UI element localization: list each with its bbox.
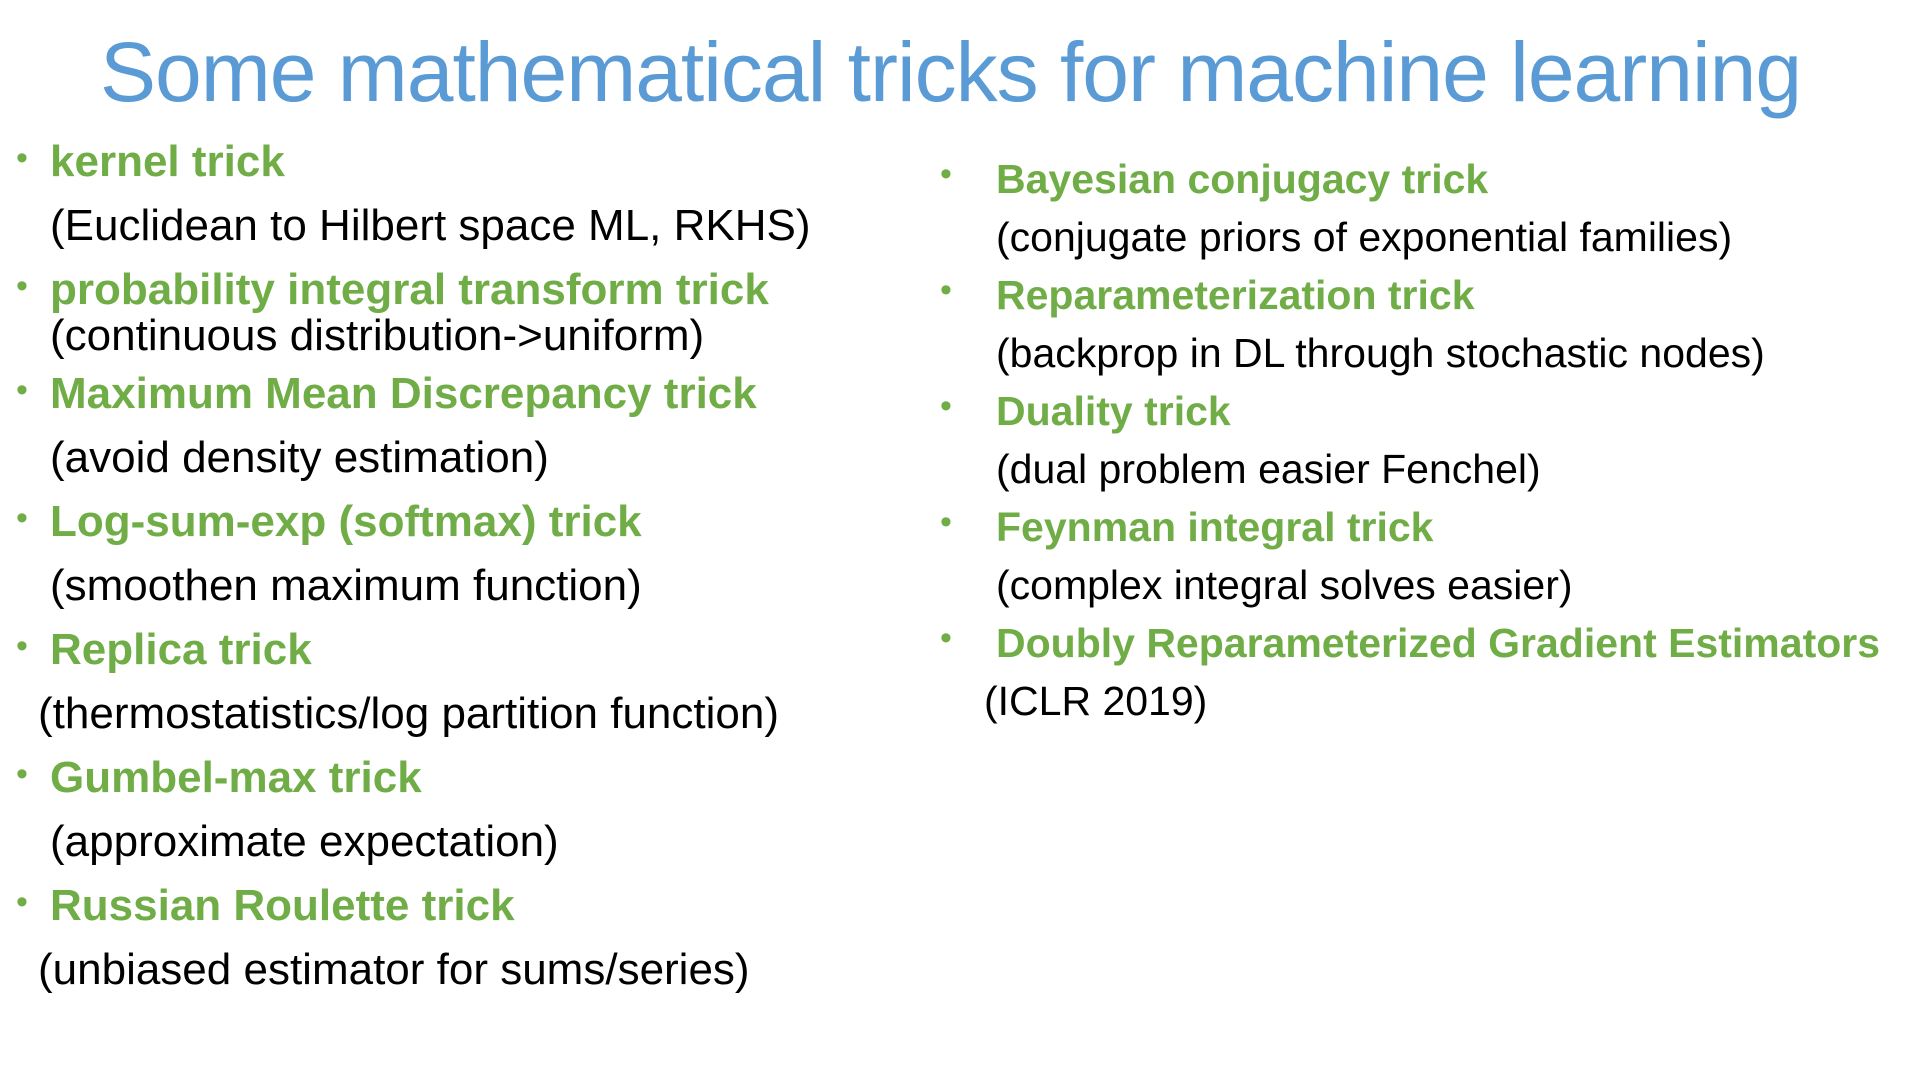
trick-description: (Euclidean to Hilbert space ML, RKHS)	[50, 201, 811, 250]
bullet-icon: •	[940, 619, 952, 657]
trick-description: (continuous distribution->uniform)	[50, 311, 705, 360]
list-item: • probability integral transform trick (…	[16, 260, 916, 370]
list-item: • Bayesian conjugacy trick (conjugate pr…	[940, 150, 1900, 266]
list-item: • Russian Roulette trick (unbiased estim…	[16, 876, 916, 1004]
trick-description: (ICLR 2019)	[984, 678, 1208, 724]
trick-description: (unbiased estimator for sums/series)	[38, 945, 750, 994]
trick-description: (backprop in DL through stochastic nodes…	[996, 330, 1765, 376]
list-item: • Reparameterization trick (backprop in …	[940, 266, 1900, 382]
list-item: • Gumbel-max trick (approximate expectat…	[16, 748, 916, 876]
right-trick-list: • Bayesian conjugacy trick (conjugate pr…	[940, 150, 1900, 730]
list-item: • Log-sum-exp (softmax) trick (smoothen …	[16, 492, 916, 620]
list-item: • Duality trick (dual problem easier Fen…	[940, 382, 1900, 498]
trick-heading: Reparameterization trick	[996, 272, 1475, 318]
trick-heading: Maximum Mean Discrepancy trick	[50, 369, 757, 418]
bullet-icon: •	[16, 139, 28, 177]
trick-description: (approximate expectation)	[50, 817, 559, 866]
trick-heading: Duality trick	[996, 388, 1231, 434]
bullet-icon: •	[940, 503, 952, 541]
trick-description: (complex integral solves easier)	[996, 562, 1573, 608]
bullet-icon: •	[940, 387, 952, 425]
bullet-icon: •	[16, 499, 28, 537]
bullet-icon: •	[16, 883, 28, 921]
trick-heading: Bayesian conjugacy trick	[996, 156, 1489, 202]
trick-heading: Log-sum-exp (softmax) trick	[50, 497, 642, 546]
trick-description: (avoid density estimation)	[50, 433, 549, 482]
list-item: • Feynman integral trick (complex integr…	[940, 498, 1900, 614]
trick-heading: kernel trick	[50, 137, 285, 186]
trick-description: (smoothen maximum function)	[50, 561, 642, 610]
slide-title: Some mathematical tricks for machine lea…	[100, 25, 1802, 119]
trick-heading: Feynman integral trick	[996, 504, 1434, 550]
bullet-icon: •	[16, 755, 28, 793]
bullet-icon: •	[940, 155, 952, 193]
trick-description: (thermostatistics/log partition function…	[38, 689, 779, 738]
trick-heading: Gumbel-max trick	[50, 753, 422, 802]
bullet-icon: •	[16, 267, 28, 305]
trick-heading: Doubly Reparameterized Gradient Estimato…	[996, 620, 1881, 666]
trick-heading: Russian Roulette trick	[50, 881, 515, 930]
trick-description: (conjugate priors of exponential familie…	[996, 214, 1733, 260]
list-item: • Maximum Mean Discrepancy trick (avoid …	[16, 364, 916, 492]
slide: Some mathematical tricks for machine lea…	[0, 0, 1920, 1080]
list-item: • Replica trick (thermostatistics/log pa…	[16, 620, 916, 748]
list-item: • Doubly Reparameterized Gradient Estima…	[940, 614, 1900, 730]
trick-description: (dual problem easier Fenchel)	[996, 446, 1541, 492]
trick-heading: Replica trick	[50, 625, 312, 674]
bullet-icon: •	[940, 271, 952, 309]
bullet-icon: •	[16, 371, 28, 409]
left-trick-list: • kernel trick (Euclidean to Hilbert spa…	[16, 132, 916, 1004]
list-item: • kernel trick (Euclidean to Hilbert spa…	[16, 132, 916, 260]
bullet-icon: •	[16, 627, 28, 665]
